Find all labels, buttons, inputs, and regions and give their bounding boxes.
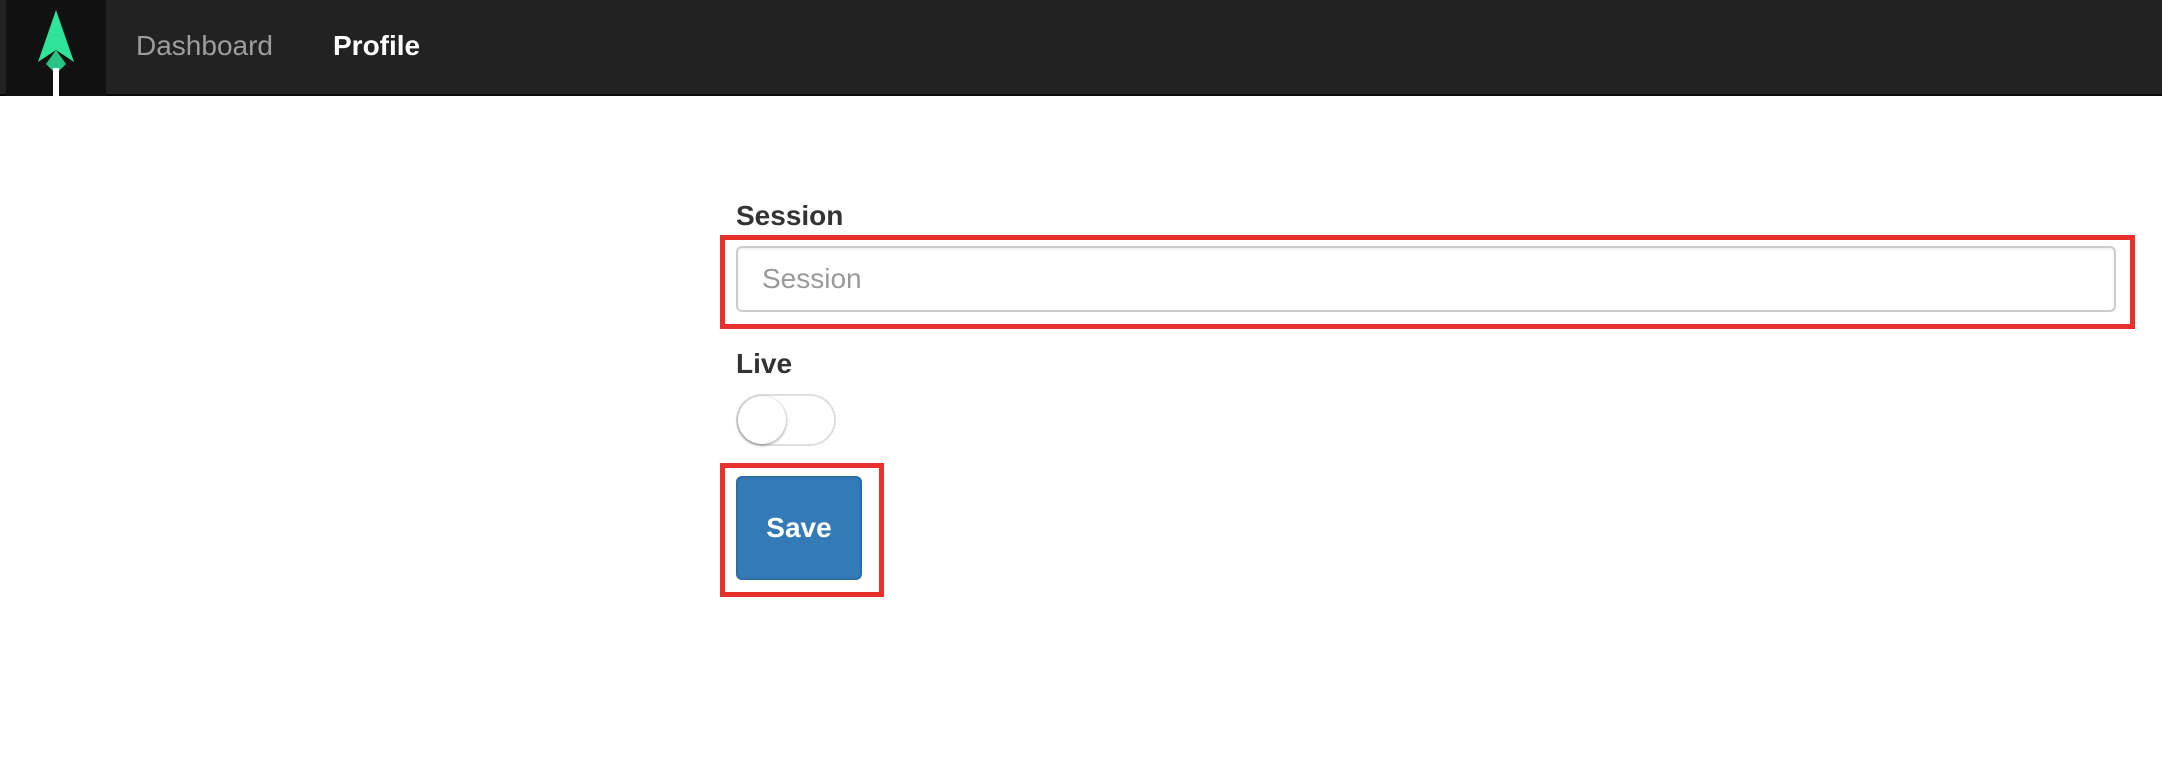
toggle-knob <box>738 396 786 444</box>
live-toggle[interactable] <box>736 394 836 446</box>
nav-profile-link[interactable]: Profile <box>333 27 420 65</box>
live-label: Live <box>736 348 793 379</box>
nav-dashboard-link[interactable]: Dashboard <box>136 27 273 65</box>
save-button[interactable]: Save <box>736 476 862 580</box>
brand-logo[interactable] <box>6 0 106 96</box>
session-label: Session <box>736 200 844 231</box>
green-arrow-logo-icon <box>38 10 74 96</box>
top-navbar: Dashboard Profile <box>0 0 2162 96</box>
session-input[interactable] <box>736 246 2116 312</box>
